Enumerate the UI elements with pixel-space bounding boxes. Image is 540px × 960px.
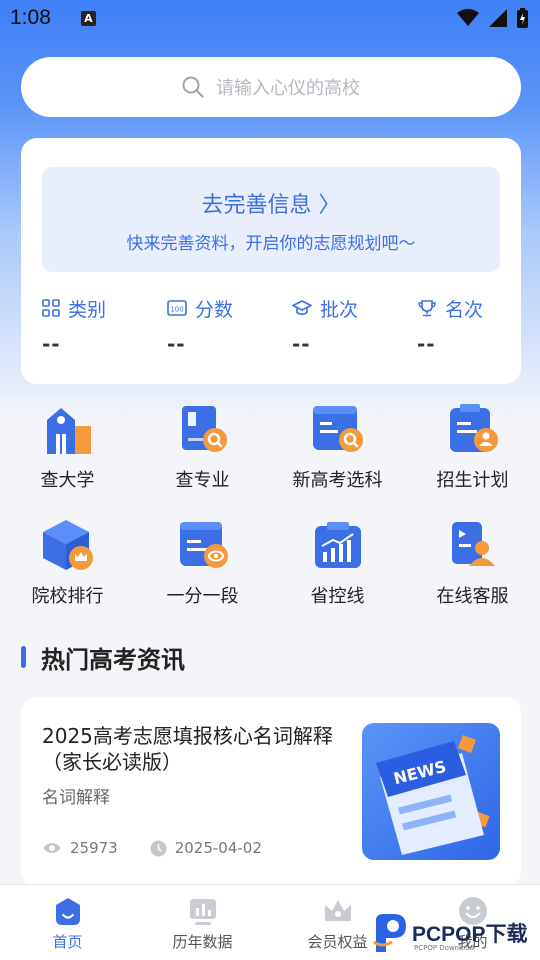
stat-value: -- xyxy=(42,332,61,356)
news-views: 25973 xyxy=(70,839,118,857)
feature-customer-service[interactable]: 在线客服 xyxy=(405,516,540,632)
feature-grid: 查大学 查专业 新高考选科 招生计划 院校排行 一分一段 省控线 在线客服 xyxy=(0,400,540,632)
clock-icon xyxy=(150,840,167,856)
stat-label: 类别 xyxy=(68,298,107,321)
tab-history-data[interactable]: 历年数据 xyxy=(135,885,270,960)
tab-label: 首页 xyxy=(52,933,83,951)
news-card[interactable]: 2025高考志愿填报核心名词解释（家长必读版） 名词解释 25973 2025-… xyxy=(21,697,521,887)
stat-category[interactable]: 类别 -- xyxy=(21,296,146,357)
data-icon xyxy=(189,899,216,925)
feature-subject-selection[interactable]: 新高考选科 xyxy=(270,400,405,516)
stat-value: -- xyxy=(417,332,436,356)
feature-label: 查专业 xyxy=(175,470,230,491)
status-time: 1:08 xyxy=(10,6,51,29)
search-placeholder: 请输入心仪的高校 xyxy=(216,78,360,99)
news-tag: 名词解释 xyxy=(42,788,110,808)
news-meta: 25973 2025-04-02 xyxy=(42,839,262,857)
svg-text:100: 100 xyxy=(170,306,183,314)
stat-rank[interactable]: 名次 -- xyxy=(396,296,521,357)
watermark-logo-icon xyxy=(373,914,406,952)
stat-value: -- xyxy=(292,332,311,356)
control-line-icon xyxy=(314,522,361,568)
eye-icon xyxy=(43,843,61,853)
stat-label: 批次 xyxy=(320,298,359,321)
feature-label: 招生计划 xyxy=(436,470,509,491)
watermark: PCPOP下载 PCPOP Download xyxy=(372,910,540,956)
stat-value: -- xyxy=(167,332,186,356)
score-segment-icon xyxy=(179,522,228,568)
stat-label: 名次 xyxy=(445,298,484,321)
feature-label: 新高考选科 xyxy=(292,470,383,491)
signal-icon xyxy=(489,9,507,27)
news-date: 2025-04-02 xyxy=(174,839,262,857)
search-icon xyxy=(182,76,204,98)
feature-query-major[interactable]: 查专业 xyxy=(135,400,270,516)
feature-label: 查大学 xyxy=(40,470,95,491)
enrollment-plan-icon xyxy=(449,404,498,452)
feature-control-line[interactable]: 省控线 xyxy=(270,516,405,632)
home-icon xyxy=(55,898,80,925)
complete-info-banner[interactable]: 去完善信息 〉 快来完善资料，开启你的志愿规划吧～ xyxy=(42,167,500,272)
battery-icon xyxy=(517,8,528,28)
news-section-header: 热门高考资讯 xyxy=(21,640,185,674)
feature-label: 在线客服 xyxy=(436,586,509,607)
watermark-sub: PCPOP Download xyxy=(414,944,475,952)
feature-query-university[interactable]: 查大学 xyxy=(0,400,135,516)
university-icon xyxy=(46,408,91,454)
feature-score-segment[interactable]: 一分一段 xyxy=(135,516,270,632)
complete-info-subtitle: 快来完善资料，开启你的志愿规划吧～ xyxy=(126,234,416,254)
section-title: 热门高考资讯 xyxy=(41,645,185,674)
stat-label: 分数 xyxy=(195,298,234,321)
notification-icon: A xyxy=(80,10,96,26)
stat-row: 类别 -- 100 分数 -- 批次 -- 名次 -- xyxy=(21,296,521,357)
score-icon: 100 xyxy=(167,300,187,316)
section-accent-bar xyxy=(21,646,26,668)
stat-score[interactable]: 100 分数 -- xyxy=(146,296,271,357)
graduation-cap-icon xyxy=(292,300,312,316)
feature-label: 一分一段 xyxy=(166,586,239,607)
feature-university-ranking[interactable]: 院校排行 xyxy=(0,516,135,632)
customer-service-icon xyxy=(451,522,495,566)
tab-label: 历年数据 xyxy=(172,933,233,951)
trophy-icon xyxy=(418,300,436,317)
stat-batch[interactable]: 批次 -- xyxy=(271,296,396,357)
wifi-icon xyxy=(457,9,479,26)
profile-card: 去完善信息 〉 快来完善资料，开启你的志愿规划吧～ 类别 -- 100 分数 -… xyxy=(21,138,521,384)
feature-enrollment-plan[interactable]: 招生计划 xyxy=(405,400,540,516)
status-indicators xyxy=(457,8,528,28)
crown-icon xyxy=(324,900,351,921)
search-bar[interactable]: 请输入心仪的高校 xyxy=(21,57,521,117)
subject-select-icon xyxy=(312,406,363,452)
news-title: 2025高考志愿填报核心名词解释（家长必读版） xyxy=(42,724,333,774)
ranking-icon xyxy=(42,520,93,570)
major-search-icon xyxy=(181,406,227,452)
status-bar: 1:08 A xyxy=(0,0,540,36)
news-thumbnail: NEWS xyxy=(362,723,500,860)
tab-label: 会员权益 xyxy=(307,933,368,951)
complete-info-title: 去完善信息 〉 xyxy=(201,193,341,218)
feature-label: 省控线 xyxy=(310,586,365,607)
grid-icon xyxy=(42,299,60,317)
tab-home[interactable]: 首页 xyxy=(0,885,135,960)
feature-label: 院校排行 xyxy=(31,586,104,607)
